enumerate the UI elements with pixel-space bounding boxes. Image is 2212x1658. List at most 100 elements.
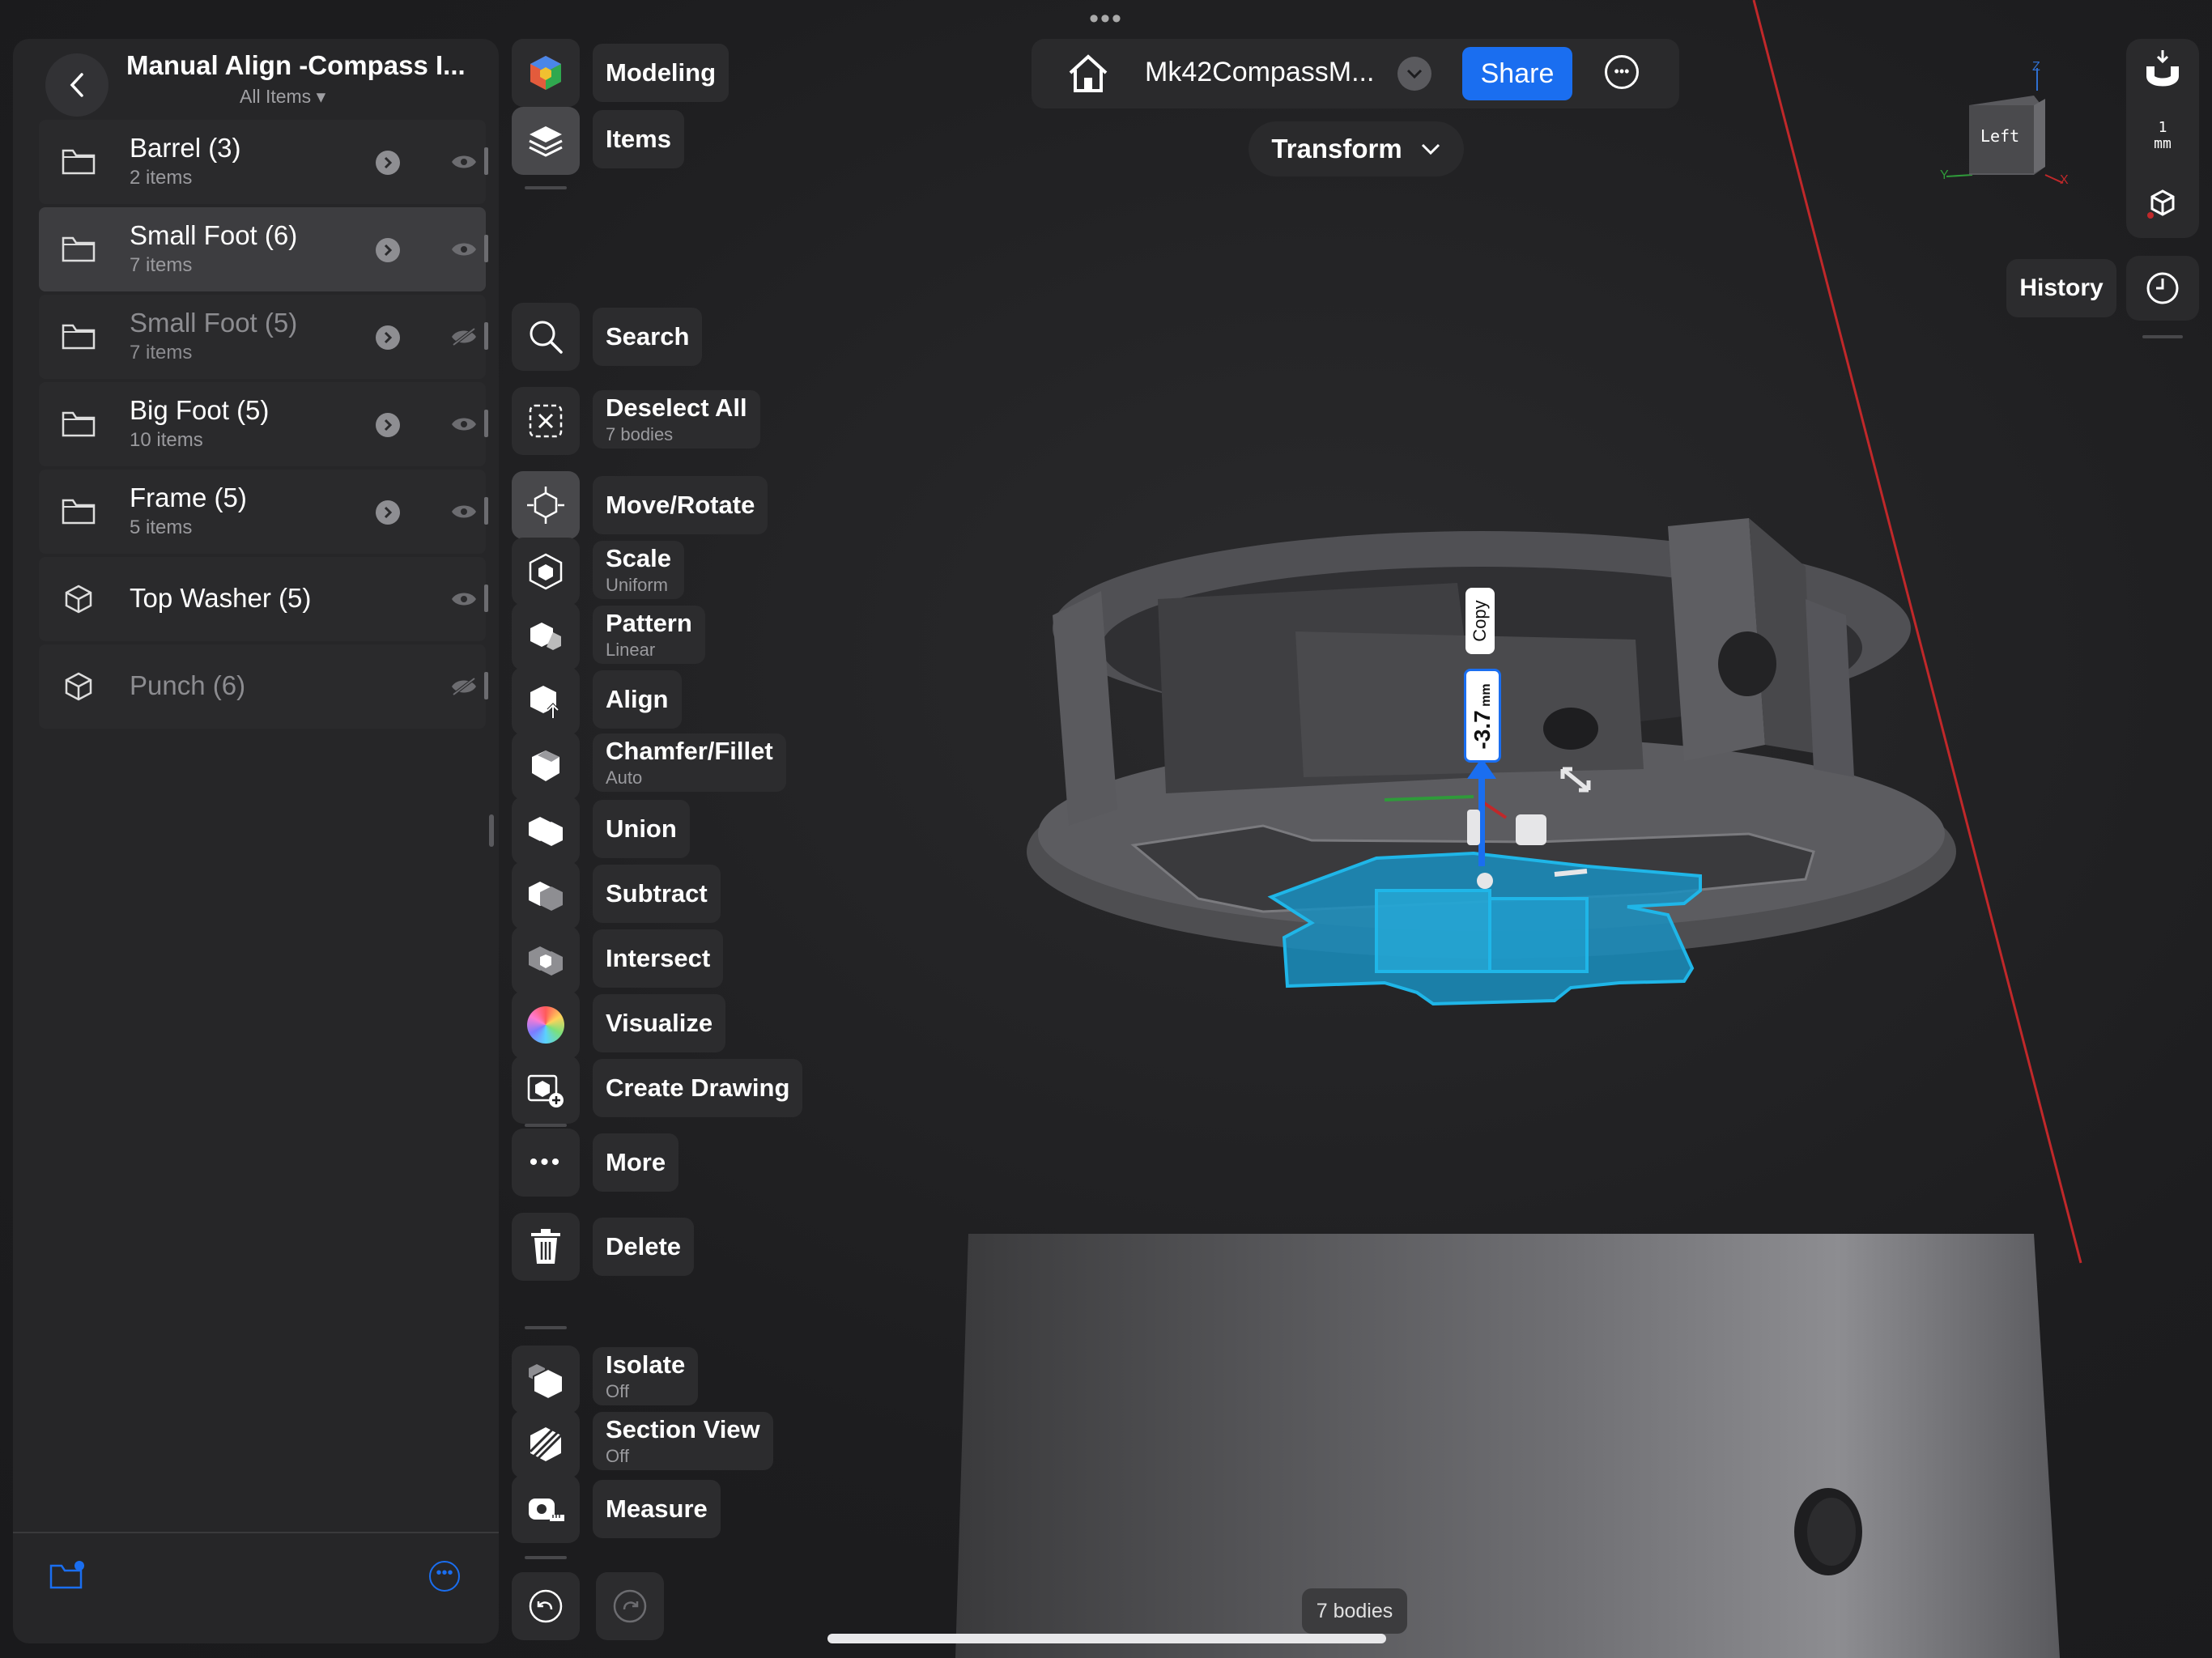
expand-arrow-icon[interactable] xyxy=(376,238,400,262)
share-button[interactable]: Share xyxy=(1462,47,1572,100)
modeling-mode-button[interactable] xyxy=(512,39,580,107)
eye-slash-icon[interactable] xyxy=(450,327,478,346)
drag-handle[interactable] xyxy=(484,410,488,437)
document-menu-button[interactable] xyxy=(1397,57,1431,91)
align-label[interactable]: Align xyxy=(593,670,682,729)
eye-icon[interactable] xyxy=(450,240,478,259)
list-item[interactable]: Top Washer (5) xyxy=(39,557,488,641)
isolate-button[interactable] xyxy=(512,1346,580,1414)
drag-handle[interactable] xyxy=(484,147,488,175)
chamfer-fillet-button[interactable] xyxy=(512,732,580,800)
visualize-button[interactable] xyxy=(512,991,580,1059)
expand-arrow-icon[interactable] xyxy=(376,413,400,437)
scale-label[interactable]: Scale Uniform xyxy=(593,541,685,599)
history-button[interactable]: History xyxy=(2006,259,2116,317)
drag-handle[interactable] xyxy=(484,585,488,612)
deselect-all-button[interactable] xyxy=(512,387,580,455)
drag-handle[interactable] xyxy=(484,672,488,699)
expand-arrow-icon[interactable] xyxy=(376,325,400,350)
list-item[interactable]: Barrel (3) 2 items xyxy=(39,120,488,204)
measure-label[interactable]: Measure xyxy=(593,1480,721,1538)
union-label[interactable]: Union xyxy=(593,800,690,858)
more-options-icon[interactable]: ••• xyxy=(1605,55,1639,89)
section-view-label[interactable]: Section View Off xyxy=(593,1412,773,1470)
body-cube-icon xyxy=(62,585,96,614)
list-item[interactable]: Small Foot (6) 7 items xyxy=(39,207,488,291)
home-indicator[interactable] xyxy=(827,1634,1386,1643)
section-view-button[interactable] xyxy=(512,1410,580,1478)
redo-button[interactable] xyxy=(596,1572,664,1640)
intersect-button[interactable] xyxy=(512,926,580,994)
pattern-button[interactable] xyxy=(512,602,580,670)
move-rotate-label[interactable]: Move/Rotate xyxy=(593,476,768,534)
eye-icon[interactable] xyxy=(450,152,478,172)
redo-icon xyxy=(613,1589,647,1623)
move-rotate-button[interactable] xyxy=(512,471,580,539)
pattern-label[interactable]: Pattern Linear xyxy=(593,606,705,664)
items-mode-button[interactable] xyxy=(512,107,580,175)
item-name: Small Foot (6) xyxy=(130,220,298,250)
list-item[interactable]: Frame (5) 5 items xyxy=(39,470,488,554)
search-button[interactable] xyxy=(512,303,580,371)
history-clock-button[interactable] xyxy=(2126,256,2199,321)
align-button[interactable] xyxy=(512,667,580,735)
expand-arrow-icon[interactable] xyxy=(376,151,400,175)
new-folder-icon[interactable] xyxy=(49,1559,86,1592)
dimension-tag[interactable]: -3.7 mm xyxy=(1464,669,1501,763)
expand-arrow-icon[interactable] xyxy=(376,500,400,525)
back-button[interactable] xyxy=(45,53,108,117)
create-drawing-label[interactable]: Create Drawing xyxy=(593,1059,803,1117)
view-cube[interactable]: Left Z Y X xyxy=(1940,60,2078,191)
home-icon xyxy=(1069,54,1108,92)
intersect-label[interactable]: Intersect xyxy=(593,929,724,988)
subtract-label[interactable]: Subtract xyxy=(593,865,721,923)
subtract-button[interactable] xyxy=(512,861,580,929)
delete-label[interactable]: Delete xyxy=(593,1218,695,1276)
copy-tag[interactable]: Copy xyxy=(1465,588,1495,654)
more-button[interactable]: ••• xyxy=(512,1129,580,1197)
drag-handle[interactable] xyxy=(484,322,488,350)
move-rotate-icon xyxy=(527,487,564,524)
create-drawing-button[interactable] xyxy=(512,1056,580,1124)
union-button[interactable] xyxy=(512,797,580,865)
measure-button[interactable] xyxy=(512,1475,580,1543)
list-item[interactable]: Punch (6) xyxy=(39,644,488,729)
deselect-all-label[interactable]: Deselect All 7 bodies xyxy=(593,390,760,449)
drag-handle[interactable] xyxy=(484,497,488,525)
panel-more-icon[interactable]: ••• xyxy=(429,1561,460,1592)
undo-button[interactable] xyxy=(512,1572,580,1640)
more-label[interactable]: More xyxy=(593,1133,679,1192)
visualize-label[interactable]: Visualize xyxy=(593,994,726,1052)
deselect-icon xyxy=(529,404,563,438)
modeling-label[interactable]: Modeling xyxy=(593,44,730,102)
transform-label: Transform xyxy=(1271,134,1402,164)
axis-z-label: Z xyxy=(2032,60,2040,74)
search-label[interactable]: Search xyxy=(593,308,703,366)
scale-button[interactable] xyxy=(512,538,580,606)
chevron-down-icon xyxy=(1406,69,1423,79)
snap-button[interactable] xyxy=(2142,49,2183,94)
chamfer-fillet-label[interactable]: Chamfer/Fillet Auto xyxy=(593,733,786,792)
eye-icon[interactable] xyxy=(450,414,478,434)
document-name[interactable]: Mk42CompassM... xyxy=(1145,57,1374,88)
transform-menu[interactable]: Transform xyxy=(1249,121,1464,176)
isolate-label[interactable]: Isolate Off xyxy=(593,1347,699,1405)
dimension-value: -3.7 xyxy=(1470,710,1495,750)
list-item[interactable]: Big Foot (5) 10 items xyxy=(39,382,488,466)
align-icon xyxy=(530,686,559,718)
panel-resize-handle[interactable] xyxy=(489,814,494,847)
eye-icon[interactable] xyxy=(450,502,478,521)
units-toggle[interactable]: 1 mm xyxy=(2134,120,2191,152)
home-button[interactable] xyxy=(1066,52,1111,96)
item-name: Frame (5) xyxy=(130,483,247,512)
items-label[interactable]: Items xyxy=(593,110,684,168)
eye-slash-icon[interactable] xyxy=(450,677,478,696)
list-item[interactable]: Small Foot (5) 7 items xyxy=(39,295,488,379)
barrel-body xyxy=(955,1234,2060,1658)
all-items-filter[interactable]: All Items ▾ xyxy=(240,86,325,108)
view-options-button[interactable] xyxy=(2144,185,2181,222)
drag-handle[interactable] xyxy=(484,235,488,262)
top-handle[interactable]: ••• xyxy=(1085,3,1127,35)
delete-button[interactable] xyxy=(512,1213,580,1281)
eye-icon[interactable] xyxy=(450,589,478,609)
